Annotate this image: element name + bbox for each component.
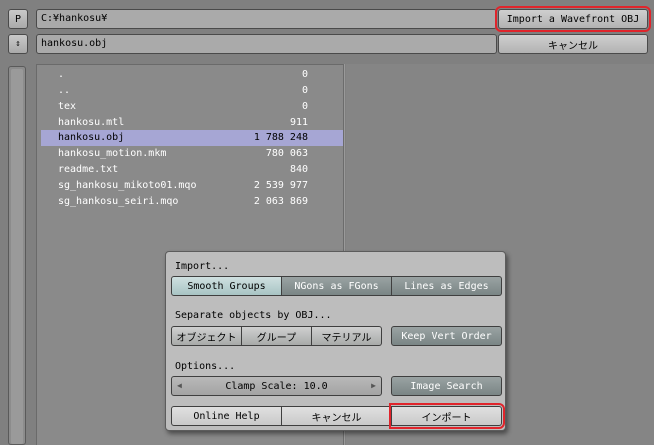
filename-field[interactable]: hankosu.obj bbox=[36, 34, 497, 54]
file-list-scrollbar[interactable] bbox=[8, 66, 26, 445]
file-size: 0 bbox=[301, 69, 308, 80]
file-row[interactable]: hankosu_motion.mkm 780 063 bbox=[41, 146, 343, 162]
file-row[interactable]: hankosu.mtl 911 bbox=[41, 115, 343, 131]
dialog-import-button[interactable]: インポート bbox=[389, 403, 505, 429]
file-name: tex bbox=[58, 101, 77, 112]
p-button-label: P bbox=[14, 13, 22, 25]
file-name: readme.txt bbox=[58, 164, 119, 175]
separate-by-group-toggle[interactable]: グループ bbox=[242, 326, 312, 346]
file-row[interactable]: readme.txt 840 bbox=[41, 162, 343, 178]
directory-path-field[interactable]: C:¥hankosu¥ bbox=[36, 9, 497, 29]
online-help-button[interactable]: Online Help bbox=[171, 406, 282, 426]
file-name: sg_hankosu_seiri.mqo bbox=[58, 196, 179, 207]
file-row[interactable]: tex 0 bbox=[41, 99, 343, 115]
separate-by-material-toggle[interactable]: マテリアル bbox=[312, 326, 382, 346]
cancel-button-label: キャンセル bbox=[548, 40, 598, 52]
file-row[interactable]: sg_hankosu_mikoto01.mqo 2 539 977 bbox=[41, 178, 343, 194]
separate-by-group: オブジェクト グループ マテリアル bbox=[171, 326, 382, 346]
file-row[interactable]: sg_hankosu_seiri.mqo 2 063 869 bbox=[41, 194, 343, 210]
file-size: 840 bbox=[289, 164, 308, 175]
up-down-arrows-icon: ⇕ bbox=[15, 39, 21, 49]
dialog-action-buttons: Online Help キャンセル インポート bbox=[171, 403, 505, 429]
import-options-group: Smooth Groups NGons as FGons Lines as Ed… bbox=[171, 276, 502, 296]
file-size: 1 788 248 bbox=[253, 132, 308, 143]
file-size: 2 539 977 bbox=[253, 180, 308, 191]
ngons-as-fgons-toggle[interactable]: NGons as FGons bbox=[282, 276, 392, 296]
import-section-label: Import... bbox=[175, 261, 230, 272]
file-name: hankosu.mtl bbox=[58, 117, 125, 128]
image-search-toggle[interactable]: Image Search bbox=[391, 376, 502, 396]
sort-toggle-button[interactable]: ⇕ bbox=[8, 34, 28, 54]
file-name: sg_hankosu_mikoto01.mqo bbox=[58, 180, 197, 191]
clamp-scale-value: Clamp Scale: 10.0 bbox=[225, 380, 328, 392]
smooth-groups-toggle[interactable]: Smooth Groups bbox=[171, 276, 282, 296]
increment-arrow-icon[interactable]: ▶ bbox=[371, 381, 376, 390]
file-row[interactable]: . 0 bbox=[41, 67, 343, 83]
keep-vert-order-toggle[interactable]: Keep Vert Order bbox=[391, 326, 502, 346]
import-wavefront-obj-button[interactable]: Import a Wavefront OBJ bbox=[495, 6, 651, 32]
import-wavefront-obj-label: Import a Wavefront OBJ bbox=[506, 13, 640, 25]
options-section-label: Options... bbox=[175, 361, 236, 372]
file-size: 0 bbox=[301, 101, 308, 112]
lines-as-edges-toggle[interactable]: Lines as Edges bbox=[392, 276, 502, 296]
clamp-scale-field[interactable]: ◀ Clamp Scale: 10.0 ▶ bbox=[171, 376, 382, 396]
file-size: 0 bbox=[301, 85, 308, 96]
file-row-selected[interactable]: hankosu.obj 1 788 248 bbox=[41, 130, 343, 146]
cancel-button[interactable]: キャンセル bbox=[498, 34, 648, 54]
separate-objects-label: Separate objects by OBJ... bbox=[175, 310, 332, 321]
file-size: 780 063 bbox=[265, 148, 308, 159]
file-name: . bbox=[58, 69, 65, 80]
file-name: .. bbox=[58, 85, 71, 96]
file-size: 911 bbox=[289, 117, 308, 128]
file-name: hankosu.obj bbox=[58, 132, 125, 143]
decrement-arrow-icon[interactable]: ◀ bbox=[177, 381, 182, 390]
scrollbar-thumb[interactable] bbox=[11, 69, 23, 444]
import-options-dialog: Import... Smooth Groups NGons as FGons L… bbox=[165, 251, 506, 431]
file-size: 2 063 869 bbox=[253, 196, 308, 207]
p-button[interactable]: P bbox=[8, 9, 28, 29]
separate-by-object-toggle[interactable]: オブジェクト bbox=[171, 326, 242, 346]
file-row[interactable]: .. 0 bbox=[41, 83, 343, 99]
file-name: hankosu_motion.mkm bbox=[58, 148, 167, 159]
dialog-cancel-button[interactable]: キャンセル bbox=[282, 406, 392, 426]
